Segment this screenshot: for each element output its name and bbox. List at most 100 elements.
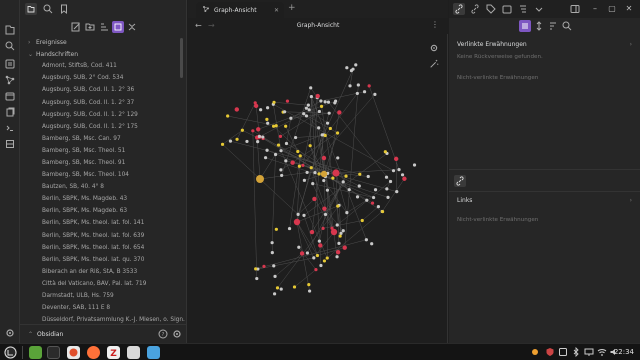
graph-node[interactable] — [320, 133, 324, 137]
graph-node[interactable] — [276, 143, 281, 147]
graph-node[interactable] — [279, 149, 283, 153]
graph-node[interactable] — [354, 63, 358, 67]
graph-node[interactable] — [365, 198, 369, 202]
graph-node[interactable] — [391, 169, 396, 173]
graph-node[interactable] — [293, 218, 301, 226]
graph-node[interactable] — [299, 251, 305, 256]
graph-node[interactable] — [306, 103, 310, 107]
graph-node[interactable] — [309, 94, 313, 99]
graph-node[interactable] — [323, 133, 327, 138]
graph-svg[interactable] — [188, 34, 448, 343]
shield-icon[interactable] — [545, 347, 555, 357]
copy-icon[interactable] — [4, 106, 16, 118]
graph-node[interactable] — [265, 117, 269, 121]
graph-node[interactable] — [284, 159, 288, 163]
graph-node[interactable] — [307, 289, 312, 293]
graph-node[interactable] — [397, 168, 401, 172]
graph-node[interactable] — [287, 226, 292, 231]
graph-node[interactable] — [279, 168, 283, 172]
file-row[interactable]: Bamberg, SB, Msc. Can. 97 — [20, 133, 187, 145]
graph-node[interactable] — [322, 206, 327, 211]
graph-node[interactable] — [341, 180, 345, 184]
graph-node[interactable] — [364, 238, 368, 242]
weather-icon[interactable] — [530, 347, 540, 357]
graph-node[interactable] — [371, 195, 376, 200]
file-row[interactable]: Bautzen, SB, 40. 4° 8 — [20, 181, 187, 193]
file-row[interactable]: Bamberg, SB, Msc. Theol. 104 — [20, 169, 187, 181]
bluetooth-icon[interactable] — [571, 346, 581, 358]
file-row[interactable]: Darmstadt, ULB, Hs. 759 — [20, 290, 187, 302]
graph-node[interactable] — [315, 253, 320, 258]
graph-node[interactable] — [312, 256, 316, 260]
graph-node[interactable] — [284, 141, 289, 146]
graph-node[interactable] — [307, 283, 311, 287]
graph-node[interactable] — [307, 108, 311, 112]
terminal-app-icon[interactable] — [47, 346, 60, 359]
graph-node[interactable] — [322, 178, 326, 183]
graph-node[interactable] — [285, 99, 290, 103]
graph-node[interactable] — [253, 103, 259, 109]
graph-node[interactable] — [296, 212, 300, 216]
file-row[interactable]: Augsburg, SUB, Cod. II. 1. 2° 37 — [20, 96, 187, 108]
graph-node[interactable] — [388, 179, 393, 184]
graph-node[interactable] — [309, 86, 313, 90]
graph-node[interactable] — [266, 121, 270, 125]
graph-node[interactable] — [386, 195, 390, 199]
graph-node[interactable] — [323, 100, 327, 104]
network-icon[interactable] — [558, 347, 568, 357]
graph-node[interactable] — [349, 68, 354, 73]
graph-node[interactable] — [312, 196, 317, 202]
graph-node[interactable] — [400, 173, 405, 177]
file-row[interactable]: Biberach an der Riß, StA, B 3533 — [20, 266, 187, 278]
graph-node[interactable] — [317, 126, 321, 130]
graph-node[interactable] — [336, 204, 340, 208]
search-icon[interactable] — [561, 20, 573, 32]
graph-node[interactable] — [348, 84, 352, 88]
file-row[interactable]: Augsburg, SUB, Cod. II. 1. 2° 129 — [20, 109, 187, 121]
graph-node[interactable] — [335, 223, 339, 227]
graph-node[interactable] — [357, 184, 361, 188]
file-row[interactable]: Berlin, SBPK, Ms. Magdeb. 43 — [20, 193, 187, 205]
graph-node[interactable] — [355, 91, 359, 96]
graph-node[interactable] — [337, 241, 341, 245]
graph-node[interactable] — [326, 100, 331, 104]
graph-node[interactable] — [266, 106, 270, 110]
outline-tab-icon[interactable] — [517, 3, 529, 15]
graph-node[interactable] — [226, 114, 230, 118]
graph-node[interactable] — [304, 114, 309, 118]
system-menu-icon[interactable] — [4, 346, 17, 359]
file-row[interactable]: Berlin, SBPK, Ms. theol. lat. fol. 639 — [20, 230, 187, 242]
graph-node[interactable] — [284, 124, 288, 128]
scrollbar[interactable] — [180, 38, 183, 78]
graph-node[interactable] — [259, 108, 263, 112]
obsidian-app-icon[interactable] — [147, 346, 160, 359]
graph-node[interactable] — [290, 160, 295, 165]
graph-node[interactable] — [321, 226, 325, 230]
graph-node[interactable] — [402, 176, 407, 181]
graph-node[interactable] — [328, 126, 332, 131]
graph-node[interactable] — [298, 154, 302, 158]
files-icon[interactable] — [4, 24, 16, 36]
gear-icon[interactable] — [171, 328, 183, 340]
graph-node[interactable] — [373, 92, 377, 96]
linked-mentions-header[interactable]: Verlinkte Erwähnungen — [457, 41, 527, 48]
graph-node[interactable] — [336, 156, 340, 160]
graph-node[interactable] — [342, 245, 347, 250]
graph-node[interactable] — [297, 245, 301, 249]
new-note-icon[interactable] — [70, 21, 82, 33]
bookmark-icon[interactable] — [4, 58, 16, 70]
window-close-icon[interactable]: ✕ — [623, 3, 635, 15]
graph-node[interactable] — [245, 139, 249, 144]
graph-node[interactable] — [373, 188, 378, 192]
graph-node[interactable] — [331, 176, 335, 180]
graph-node[interactable] — [366, 174, 370, 179]
graph-node[interactable] — [319, 104, 324, 108]
more-options-icon[interactable]: ⋮ — [431, 20, 439, 29]
graph-node[interactable] — [256, 127, 261, 132]
zotero-app-icon[interactable]: Z — [107, 346, 120, 359]
collapse-all-icon[interactable] — [126, 21, 138, 33]
graph-node[interactable] — [335, 249, 341, 255]
graph-node[interactable] — [325, 121, 330, 125]
expand-icon[interactable] — [533, 20, 545, 32]
text-editor-app-icon[interactable] — [127, 346, 140, 359]
